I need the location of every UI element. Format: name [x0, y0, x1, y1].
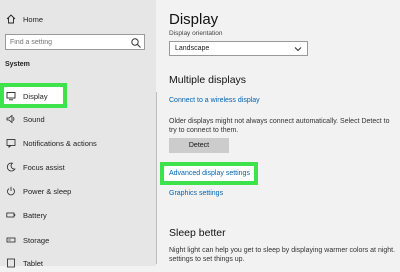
sidebar-item-label: Focus assist — [23, 162, 65, 172]
power-icon — [5, 185, 17, 197]
speaker-icon — [5, 113, 17, 125]
orientation-label: Display orientation — [169, 30, 223, 37]
sleep-description-line1: Night light can help you get to sleep by… — [169, 247, 396, 254]
sidebar: Home System Display Sound Notifications … — [0, 0, 156, 268]
multiple-displays-heading: Multiple displays — [169, 74, 247, 86]
sidebar-item-storage[interactable]: Storage — [0, 231, 156, 249]
orientation-value: Landscape — [175, 45, 210, 52]
sidebar-item-label: Notifications & actions — [23, 138, 97, 148]
detect-button[interactable]: Detect — [169, 138, 229, 153]
chevron-down-icon — [294, 45, 302, 55]
advanced-display-settings-link[interactable]: Advanced display settings — [169, 170, 250, 177]
detect-description-line1: Older displays might not always connect … — [169, 118, 390, 125]
sidebar-item-sound[interactable]: Sound — [0, 110, 156, 128]
home-nav-item[interactable]: Home — [0, 10, 156, 28]
page-title: Display — [169, 11, 219, 28]
sidebar-item-label: Battery — [23, 210, 47, 220]
sidebar-item-notifications[interactable]: Notifications & actions — [0, 134, 156, 152]
scrollbar-track[interactable] — [156, 92, 157, 264]
section-label-system: System — [5, 61, 30, 68]
sleep-description-line2: settings to set things up. — [169, 256, 245, 263]
detect-description-line2: try to connect to them. — [169, 127, 239, 134]
home-icon — [5, 13, 17, 25]
search-icon[interactable] — [130, 36, 142, 48]
graphics-settings-link[interactable]: Graphics settings — [169, 190, 223, 197]
sidebar-item-label: Display — [23, 91, 48, 101]
orientation-dropdown[interactable]: Landscape — [169, 41, 308, 56]
monitor-icon — [5, 90, 17, 102]
moon-icon — [5, 161, 17, 173]
sidebar-item-focus-assist[interactable]: Focus assist — [0, 158, 156, 176]
connect-wireless-display-link[interactable]: Connect to a wireless display — [169, 97, 260, 104]
sidebar-item-label: Storage — [23, 235, 50, 245]
search-input[interactable] — [6, 38, 130, 46]
sidebar-item-label: Tablet — [23, 258, 44, 268]
sidebar-item-battery[interactable]: Battery — [0, 206, 156, 224]
sidebar-item-power-sleep[interactable]: Power & sleep — [0, 182, 156, 200]
sidebar-item-tablet[interactable]: Tablet — [0, 254, 156, 272]
sidebar-item-label: Power & sleep — [23, 186, 72, 196]
notifications-icon — [5, 137, 17, 149]
battery-icon — [5, 209, 17, 221]
sidebar-item-display[interactable]: Display — [0, 87, 60, 105]
tablet-icon — [5, 257, 17, 269]
home-label: Home — [23, 14, 44, 24]
sleep-better-heading: Sleep better — [169, 227, 226, 239]
sidebar-item-label: Sound — [23, 114, 45, 124]
storage-icon — [5, 234, 17, 246]
search-field[interactable] — [5, 34, 145, 50]
